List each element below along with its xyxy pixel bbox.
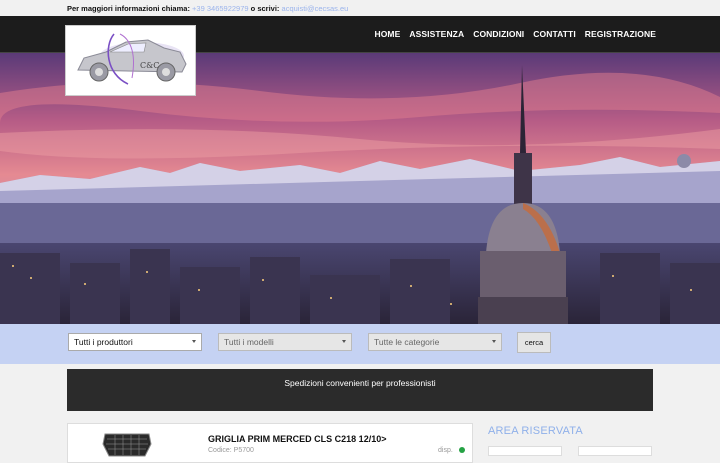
chevron-down-icon (492, 340, 496, 343)
nav-item-home[interactable]: HOME (374, 29, 400, 39)
model-select-value: Tutti i modelli (224, 337, 274, 347)
chevron-down-icon (192, 340, 196, 343)
nav-menu: HOME ASSISTENZA CONDIZIONI CONTATTI REGI… (374, 29, 656, 39)
site-logo[interactable]: C&C (65, 25, 196, 96)
nav-item-condizioni[interactable]: CONDIZIONI (473, 29, 524, 39)
model-select[interactable]: Tutti i modelli (218, 333, 352, 351)
nav-item-contatti[interactable]: CONTATTI (533, 29, 576, 39)
category-select-value: Tutte le categorie (374, 337, 440, 347)
nav-item-registrazione[interactable]: REGISTRAZIONE (585, 29, 656, 39)
search-button[interactable]: cerca (517, 332, 551, 353)
contact-mid: o scrivi: (250, 4, 280, 13)
category-select[interactable]: Tutte le categorie (368, 333, 502, 351)
chevron-down-icon (342, 340, 346, 343)
filter-bar: Tutti i produttori Tutti i modelli Tutte… (0, 324, 720, 364)
phone-link[interactable]: +39 3465922979 (192, 4, 249, 13)
logo-car-graphic: C&C (77, 33, 187, 85)
product-title[interactable]: GRIGLIA PRIM MERCED CLS C218 12/10> (208, 434, 386, 444)
password-field[interactable] (578, 446, 652, 456)
product-code: Codice: P5700 (208, 447, 254, 454)
product-card[interactable]: GRIGLIA PRIM MERCED CLS C218 12/10> Codi… (67, 423, 473, 463)
producer-select-value: Tutti i produttori (74, 337, 133, 347)
producer-select[interactable]: Tutti i produttori (68, 333, 202, 351)
reserved-area-title: AREA RISERVATA (488, 425, 583, 437)
top-info-bar: Per maggiori informazioni chiama: +39 34… (0, 0, 720, 16)
nav-item-assistenza[interactable]: ASSISTENZA (409, 29, 464, 39)
contact-prefix: Per maggiori informazioni chiama: (67, 4, 190, 13)
banner-text: Spedizioni convenienti per professionist… (284, 378, 436, 388)
availability-label: disp. (438, 447, 453, 454)
shipping-banner: Spedizioni convenienti per professionist… (67, 369, 653, 411)
email-link[interactable]: acquisti@cecsas.eu (282, 4, 349, 13)
logo-text: C&C (140, 61, 159, 70)
availability-status-dot (459, 447, 465, 453)
username-field[interactable] (488, 446, 562, 456)
grille-thumbnail[interactable] (101, 430, 153, 460)
